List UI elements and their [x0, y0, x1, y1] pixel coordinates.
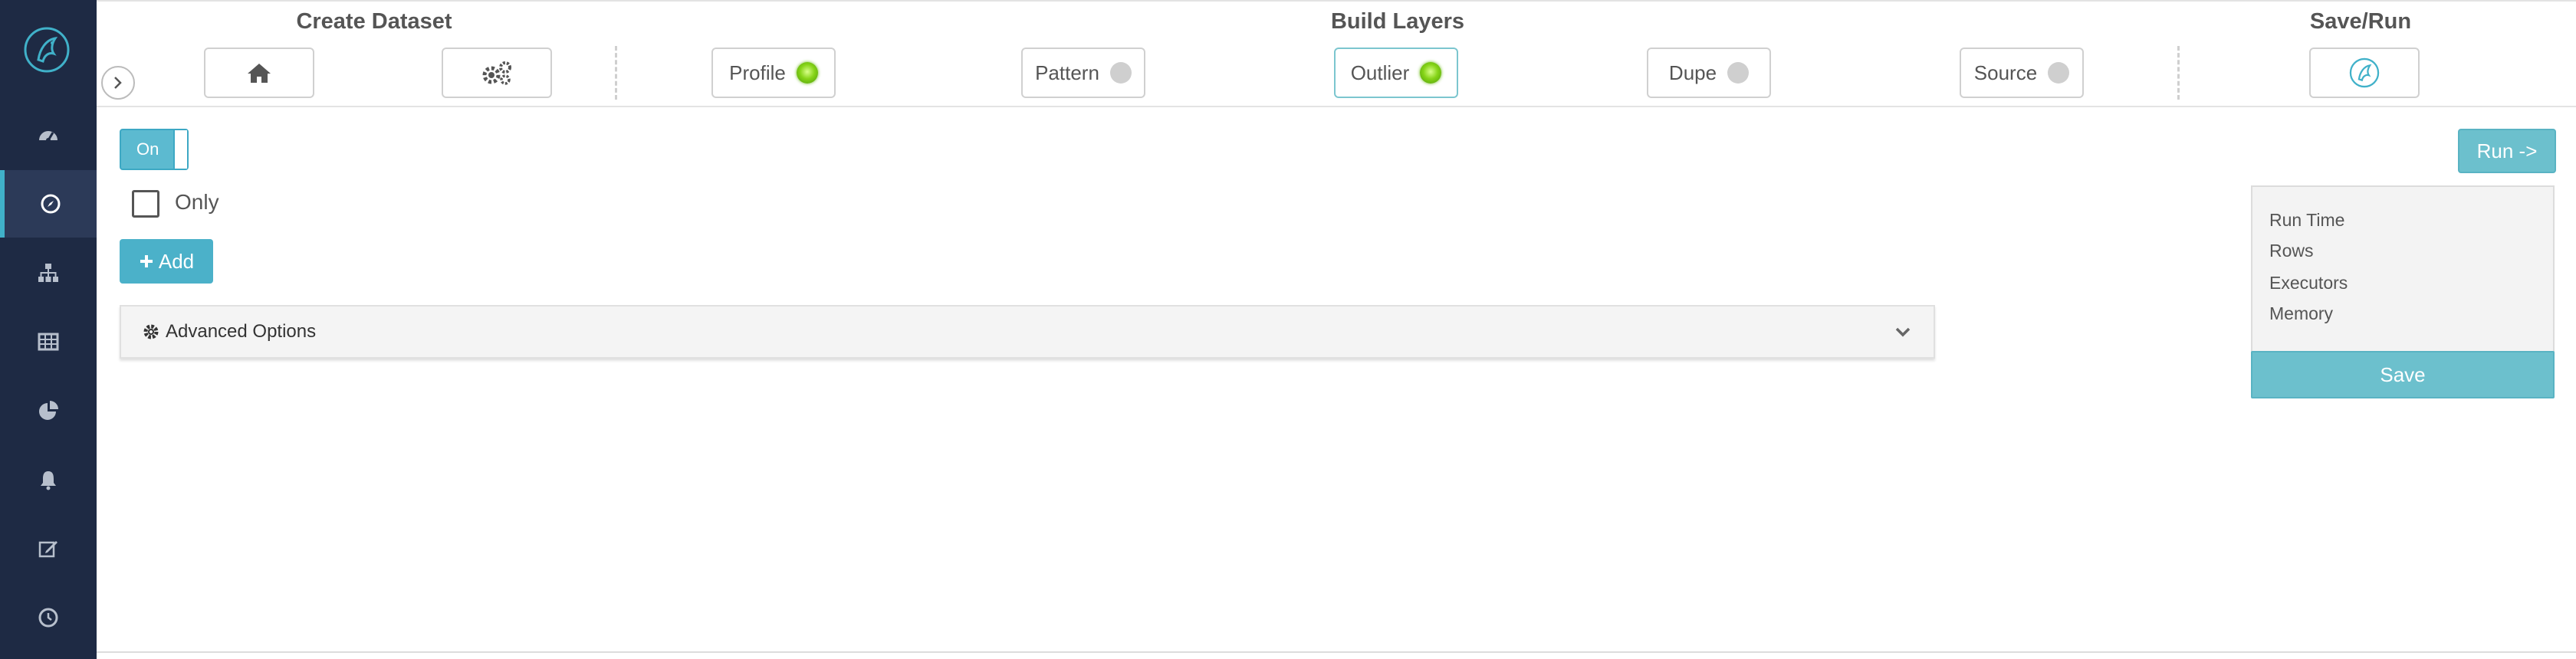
toggle-knob [173, 130, 187, 169]
sidebar-toggle-button[interactable] [101, 66, 135, 100]
step-label: Profile [729, 61, 786, 84]
run-button[interactable]: Run -> [2458, 129, 2556, 173]
status-indicator-on [796, 62, 818, 84]
sidebar-item-alerts[interactable] [0, 446, 97, 513]
step-pattern[interactable]: Pattern [1021, 48, 1145, 98]
sidebar [0, 0, 97, 659]
app-logo-icon [2349, 57, 2380, 88]
wizard-steps-bar: Create Dataset Build Layers Save/Run Pro… [97, 0, 2576, 107]
advanced-options-label: Advanced Options [166, 321, 317, 342]
status-indicator-on [1420, 62, 1442, 84]
settings-button[interactable] [442, 48, 552, 98]
only-checkbox[interactable] [132, 190, 159, 218]
section-title-build-layers: Build Layers [1330, 9, 1465, 34]
step-label: Dupe [1668, 61, 1717, 84]
home-button[interactable] [204, 48, 314, 98]
gear-icon [143, 324, 159, 339]
section-divider [2177, 46, 2180, 100]
save-run-button[interactable] [2309, 48, 2420, 98]
sidebar-item-schedule[interactable] [0, 584, 97, 651]
step-label: Source [1973, 61, 2038, 84]
sidebar-item-compass[interactable] [0, 170, 97, 238]
sitemap-icon [38, 264, 58, 282]
table-icon [38, 333, 59, 351]
edit-icon [38, 541, 58, 558]
status-indicator-off [1109, 62, 1132, 84]
enable-toggle[interactable]: On [120, 129, 189, 170]
status-indicator-off [2048, 62, 2070, 84]
bottom-divider [97, 651, 2576, 653]
home-icon [248, 64, 271, 83]
sidebar-item-reports[interactable] [0, 377, 97, 444]
save-button[interactable]: Save [2251, 351, 2555, 398]
clock-icon [38, 608, 58, 628]
stat-memory: Memory [2269, 303, 2334, 323]
add-button[interactable]: Add [120, 239, 213, 284]
sidebar-item-hierarchy[interactable] [0, 239, 97, 307]
plus-icon [140, 255, 153, 267]
step-label: Pattern [1035, 61, 1099, 84]
sidebar-item-tables[interactable] [0, 308, 97, 375]
compass-icon [41, 194, 61, 214]
step-outlier[interactable]: Outlier [1334, 48, 1458, 98]
gears-icon [482, 61, 511, 85]
stat-rows: Rows [2269, 241, 2314, 261]
step-source[interactable]: Source [1960, 48, 2084, 98]
run-stats-box: Run Time Rows Executors Memory [2251, 185, 2555, 352]
sidebar-item-dashboard[interactable] [0, 101, 97, 169]
advanced-options-panel[interactable]: Advanced Options [120, 305, 1935, 359]
only-checkbox-label: Only [175, 190, 219, 214]
chevron-down-icon [1895, 327, 1911, 337]
stat-executors: Executors [2269, 273, 2348, 293]
add-button-label: Add [158, 249, 195, 273]
toggle-label: On [136, 139, 159, 159]
chevron-right-icon [114, 77, 122, 89]
step-profile[interactable]: Profile [711, 48, 836, 98]
stat-run-time: Run Time [2269, 210, 2345, 230]
section-title-save-run: Save/Run [2309, 9, 2412, 34]
bell-icon [41, 471, 56, 490]
section-title-create-dataset: Create Dataset [296, 9, 452, 34]
app-logo-icon[interactable] [23, 26, 71, 74]
sidebar-item-rules[interactable] [0, 515, 97, 582]
dashboard-icon [39, 131, 58, 143]
section-divider [615, 46, 617, 100]
step-label: Outlier [1350, 61, 1410, 84]
status-indicator-off [1727, 62, 1750, 84]
pie-chart-icon [39, 401, 58, 420]
step-dupe[interactable]: Dupe [1647, 48, 1771, 98]
